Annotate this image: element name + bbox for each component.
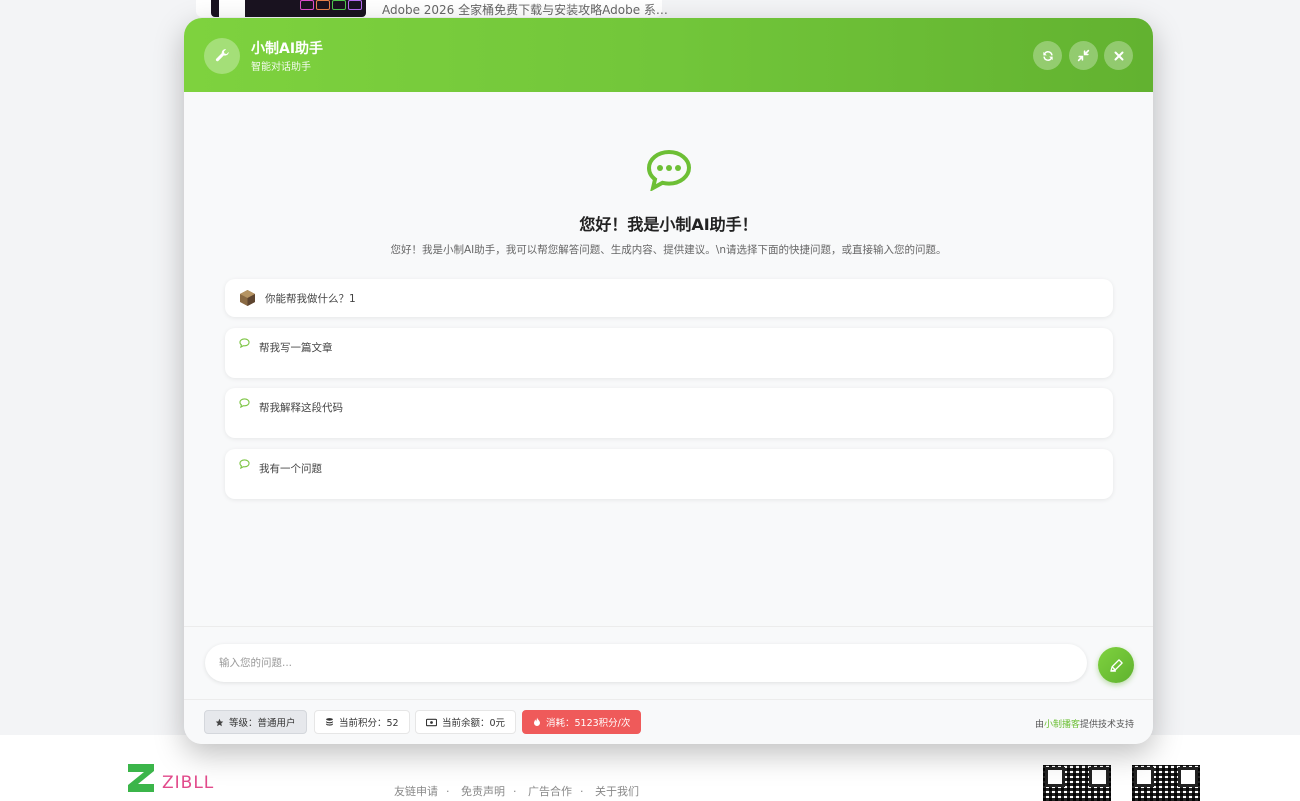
cube-icon [240, 290, 255, 306]
close-icon [1114, 51, 1123, 60]
article-thumbnail[interactable] [211, 0, 366, 17]
svg-text:ZIBLL: ZIBLL [162, 773, 214, 793]
quick-question[interactable]: 你能帮我做什么？1 [225, 279, 1113, 317]
welcome-text: 您好！我是小制AI助手，我可以帮您解答问题、生成内容、提供建议。\n请选择下面的… [390, 244, 947, 256]
points-text: 当前积分：52 [339, 718, 399, 729]
article-title[interactable]: Adobe 2026 全家桶免费下载与安装攻略Adobe 系… [382, 1, 668, 18]
send-icon [1109, 658, 1123, 672]
cost-badge: 消耗：5123积分/次 [522, 710, 642, 734]
quick-question-label: 你能帮我做什么？1 [265, 293, 356, 305]
qr-code [1132, 765, 1200, 801]
ai-chat-modal: 小制AI助手 智能对话助手 您好！我是小制AI助手！ 您好！我是小制AI助手，我… [184, 18, 1153, 744]
quick-question-label: 帮我解释这段代码 [259, 402, 343, 414]
message-input[interactable] [205, 644, 1087, 682]
powered-brand-link[interactable]: 小制播客 [1044, 720, 1080, 730]
balance-text: 当前余额：0元 [442, 718, 506, 729]
star-icon [215, 718, 224, 726]
welcome-title: 您好！我是小制AI助手！ [579, 215, 758, 234]
level-badge: 等级：普通用户 [204, 710, 307, 734]
status-bar: 等级：普通用户 当前积分：52 当前余额：0元 消耗：5123积分/次 由小制播… [184, 699, 1153, 744]
footer-link[interactable]: 友链申请 [394, 785, 438, 798]
quick-question[interactable]: 帮我解释这段代码 [225, 388, 1113, 438]
pr-tile [348, 0, 362, 10]
windows-logo-icon [219, 0, 245, 17]
close-button[interactable] [1104, 41, 1133, 70]
powered-prefix: 由 [1034, 720, 1044, 730]
qr-code [1043, 765, 1111, 801]
minimize-icon [1077, 49, 1090, 62]
speech-bubble-icon [239, 338, 250, 348]
speech-bubble-icon [239, 459, 250, 469]
powered-by: 由小制播客提供技术支持 [1035, 717, 1134, 730]
money-icon [426, 718, 437, 726]
wrench-icon [204, 38, 240, 74]
refresh-button[interactable] [1033, 41, 1062, 70]
powered-suffix: 提供技术支持 [1079, 720, 1134, 730]
fire-icon [534, 717, 540, 726]
quick-question-label: 帮我写一篇文章 [259, 342, 333, 354]
cost-text: 消耗：5123积分/次 [546, 718, 631, 729]
input-area [184, 626, 1153, 700]
quick-question-label: 我有一个问题 [259, 463, 322, 475]
quick-question[interactable]: 我有一个问题 [225, 449, 1113, 499]
footer-link[interactable]: 关于我们 [595, 785, 639, 798]
chat-subtitle: 智能对话助手 [251, 62, 311, 73]
balance-badge: 当前余额：0元 [415, 710, 517, 734]
footer-link[interactable]: 免责声明 [461, 785, 505, 798]
points-badge: 当前积分：52 [314, 710, 410, 734]
chat-bubble-icon [646, 149, 692, 191]
dw-tile [332, 0, 346, 10]
send-button[interactable] [1098, 647, 1134, 683]
speech-bubble-icon [239, 398, 250, 408]
footer-links: 友链申请 · 免责声明 · 广告合作 · 关于我们 [394, 785, 639, 798]
minimize-button[interactable] [1069, 41, 1098, 70]
an-tile [316, 0, 330, 10]
footer-link[interactable]: 广告合作 [528, 785, 572, 798]
coins-icon [326, 718, 333, 726]
refresh-icon [1042, 50, 1053, 61]
level-text: 等级：普通用户 [229, 718, 296, 729]
chat-title: 小制AI助手 [251, 41, 324, 57]
xd-tile [300, 0, 314, 10]
quick-question[interactable]: 帮我写一篇文章 [225, 328, 1113, 378]
chat-header: 小制AI助手 智能对话助手 [184, 18, 1153, 92]
site-logo[interactable]: ZIBLL [126, 762, 236, 798]
